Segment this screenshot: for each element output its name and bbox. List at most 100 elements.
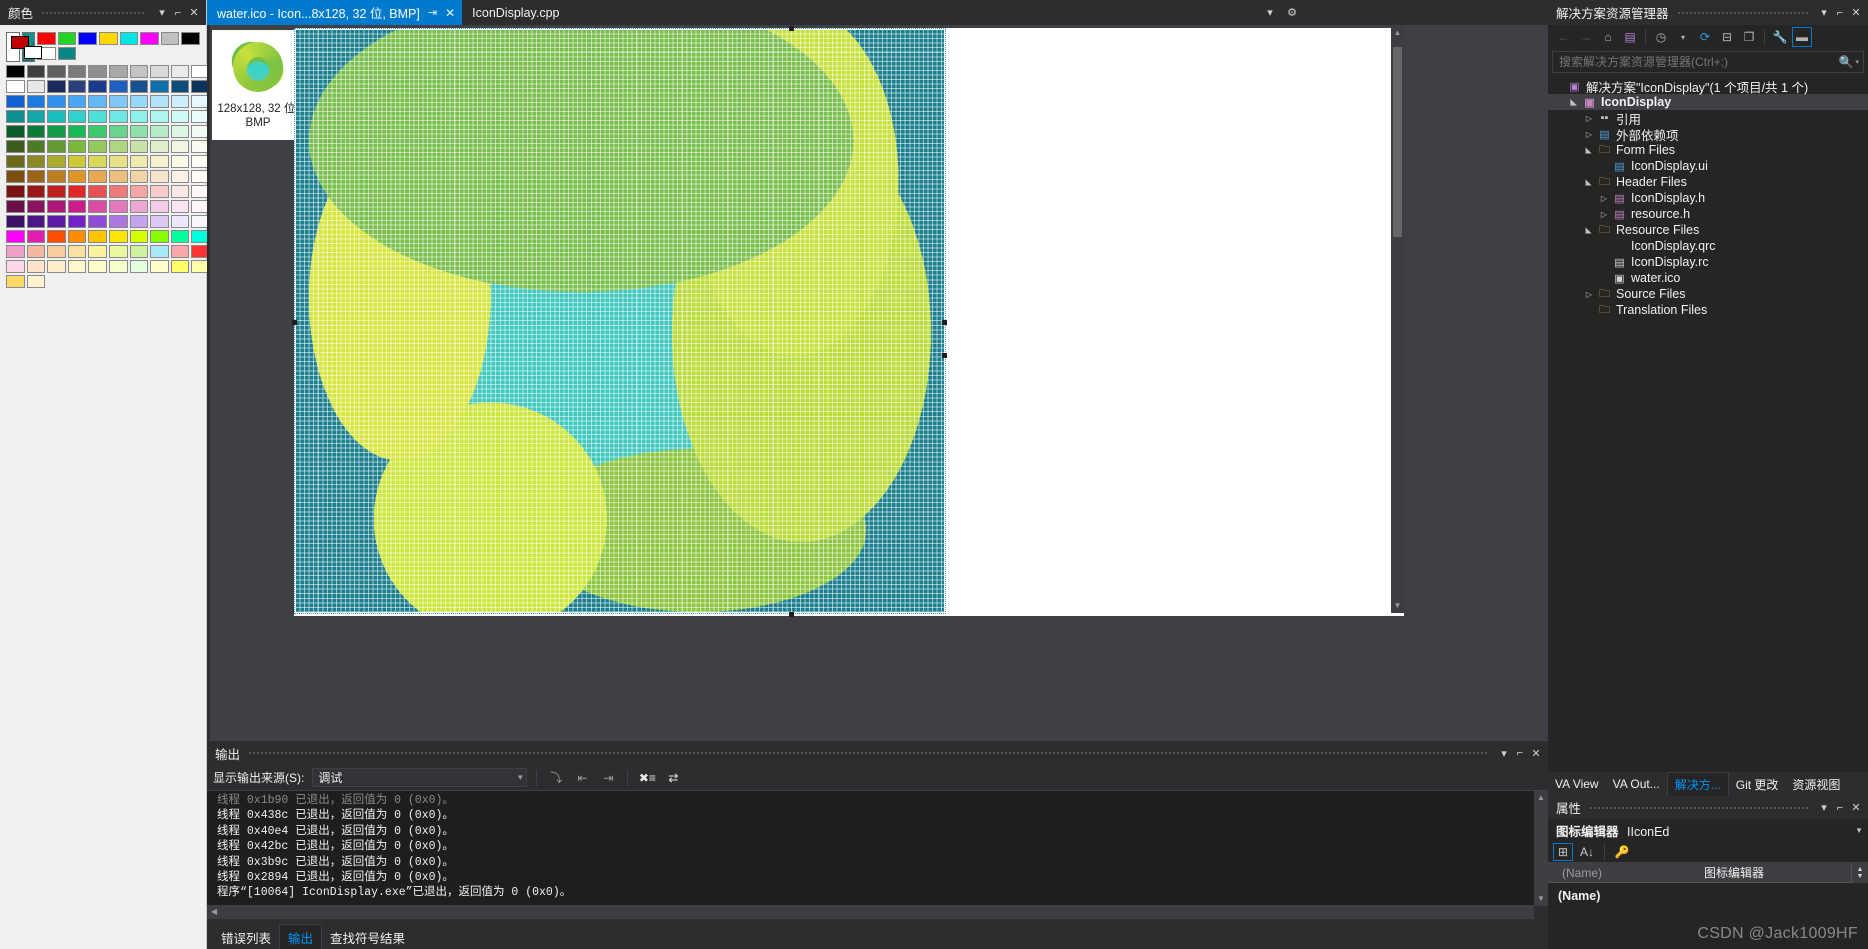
color-swatch[interactable]	[171, 125, 190, 138]
twisty-collapsed-icon[interactable]: ▷	[1582, 290, 1596, 299]
color-palette-last-row[interactable]	[6, 275, 200, 288]
previous-message-icon[interactable]: ⇤	[572, 768, 592, 788]
color-swatch[interactable]	[27, 155, 46, 168]
color-swatch[interactable]	[68, 140, 87, 153]
color-swatch[interactable]	[47, 110, 66, 123]
palette-row[interactable]	[6, 125, 200, 138]
tab-icondisplay-cpp[interactable]: IconDisplay.cpp	[462, 0, 566, 25]
color-swatch[interactable]	[150, 95, 169, 108]
color-swatch[interactable]	[27, 95, 46, 108]
color-swatch[interactable]	[171, 155, 190, 168]
color-swatch[interactable]	[6, 140, 25, 153]
tabstrip-gear-icon[interactable]: ⚙	[1284, 4, 1300, 22]
properties-window-icon[interactable]: ❐	[1739, 27, 1759, 47]
editor-scroll-thumb[interactable]	[1393, 47, 1402, 237]
tab-va-view[interactable]: VA View	[1548, 772, 1606, 796]
color-swatch[interactable]	[150, 260, 169, 273]
palette-row[interactable]	[6, 200, 200, 213]
palette-row[interactable]	[6, 95, 200, 108]
spin-down-icon[interactable]: ▼	[1857, 873, 1864, 880]
color-swatch[interactable]	[47, 80, 66, 93]
color-swatch[interactable]	[88, 110, 107, 123]
color-selector-row[interactable]	[6, 32, 200, 62]
color-swatch[interactable]	[68, 185, 87, 198]
chevron-down-icon[interactable]: ▾	[1673, 27, 1693, 47]
goto-message-icon[interactable]: ⤵	[546, 768, 566, 788]
color-swatch[interactable]	[150, 170, 169, 183]
pending-changes-filter-icon[interactable]: ◷	[1651, 27, 1671, 47]
twisty-collapsed-icon[interactable]: ▷	[1582, 130, 1596, 139]
color-swatch[interactable]	[88, 260, 107, 273]
color-swatch[interactable]	[88, 200, 107, 213]
color-swatch[interactable]	[109, 95, 128, 108]
color-swatch[interactable]	[150, 185, 169, 198]
tab-pin-icon[interactable]: ⇥	[428, 6, 437, 19]
tree-item-resource-files[interactable]: ◢🗀Resource Files	[1548, 222, 1868, 238]
palette-row[interactable]	[6, 65, 200, 78]
color-swatch[interactable]	[161, 32, 180, 45]
color-swatch[interactable]	[181, 32, 200, 45]
color-swatch[interactable]	[58, 47, 77, 60]
color-swatch[interactable]	[88, 215, 107, 228]
color-swatch[interactable]	[109, 260, 128, 273]
preview-selected-items-icon[interactable]: ▬	[1792, 27, 1812, 47]
palette-row[interactable]	[6, 110, 200, 123]
color-swatch[interactable]	[47, 95, 66, 108]
color-swatch[interactable]	[130, 185, 149, 198]
color-swatch[interactable]	[58, 32, 77, 45]
color-swatch[interactable]	[150, 200, 169, 213]
color-swatch[interactable]	[130, 65, 149, 78]
output-horizontal-scrollbar[interactable]: ◀	[207, 905, 1534, 919]
color-swatch[interactable]	[109, 200, 128, 213]
tab-solution-explorer[interactable]: 解决方...	[1667, 772, 1729, 796]
color-swatch[interactable]	[27, 200, 46, 213]
color-swatch[interactable]	[47, 260, 66, 273]
color-swatch[interactable]	[47, 200, 66, 213]
palette-row[interactable]	[37, 32, 200, 60]
back-arrow-icon[interactable]: ←	[1554, 27, 1574, 47]
color-swatch[interactable]	[6, 155, 25, 168]
color-swatch[interactable]	[99, 32, 118, 45]
color-swatch[interactable]	[6, 65, 25, 78]
twisty-collapsed-icon[interactable]: ▷	[1597, 210, 1611, 219]
toggle-wordwrap-icon[interactable]: ⇄	[663, 768, 683, 788]
colors-pin-icon[interactable]: ⌐	[170, 4, 186, 22]
color-swatch[interactable]	[6, 125, 25, 138]
twisty-expanded-icon[interactable]: ◢	[1585, 175, 1594, 189]
color-swatch[interactable]	[171, 170, 190, 183]
color-swatch[interactable]	[37, 32, 56, 45]
editor-vertical-scrollbar[interactable]: ▲ ▼	[1391, 25, 1404, 613]
spin-up-icon[interactable]: ▲	[1857, 866, 1864, 873]
color-swatch[interactable]	[27, 140, 46, 153]
color-swatch[interactable]	[47, 245, 66, 258]
palette-row[interactable]	[6, 230, 200, 243]
color-swatch[interactable]	[171, 80, 190, 93]
tree-item-translation-files[interactable]: 🗀Translation Files	[1548, 302, 1868, 318]
color-swatch[interactable]	[27, 215, 46, 228]
colors-close-icon[interactable]: ✕	[186, 4, 202, 22]
wrench-icon[interactable]: 🔧	[1770, 27, 1790, 47]
tree-item-source-files[interactable]: ▷🗀Source Files	[1548, 286, 1868, 302]
property-spinner[interactable]: ▲ ▼	[1851, 863, 1868, 883]
color-swatch[interactable]	[68, 155, 87, 168]
color-swatch[interactable]	[171, 185, 190, 198]
output-scroll-left-arrow[interactable]: ◀	[207, 905, 221, 919]
tree-item-resource-h[interactable]: ▷▤resource.h	[1548, 206, 1868, 222]
search-icon[interactable]: 🔍	[1839, 55, 1854, 69]
twisty-expanded-icon[interactable]: ◢	[1570, 95, 1579, 109]
color-palette-grid[interactable]	[6, 32, 200, 273]
color-swatch[interactable]	[6, 230, 25, 243]
color-swatch[interactable]	[68, 125, 87, 138]
solution-tree[interactable]: ▣解决方案"IconDisplay"(1 个项目/共 1 个)◢▣IconDis…	[1548, 75, 1868, 318]
color-swatch[interactable]	[150, 245, 169, 258]
palette-row[interactable]	[6, 215, 200, 228]
color-swatch[interactable]	[68, 110, 87, 123]
tree-item-[interactable]: ▷▪▪引用	[1548, 110, 1868, 126]
color-swatch[interactable]	[6, 245, 25, 258]
tab-git-changes[interactable]: Git 更改	[1729, 772, 1786, 796]
color-swatch[interactable]	[150, 125, 169, 138]
color-swatch[interactable]	[109, 140, 128, 153]
color-swatch[interactable]	[6, 80, 25, 93]
palette-row[interactable]	[6, 155, 200, 168]
color-swatch[interactable]	[27, 110, 46, 123]
